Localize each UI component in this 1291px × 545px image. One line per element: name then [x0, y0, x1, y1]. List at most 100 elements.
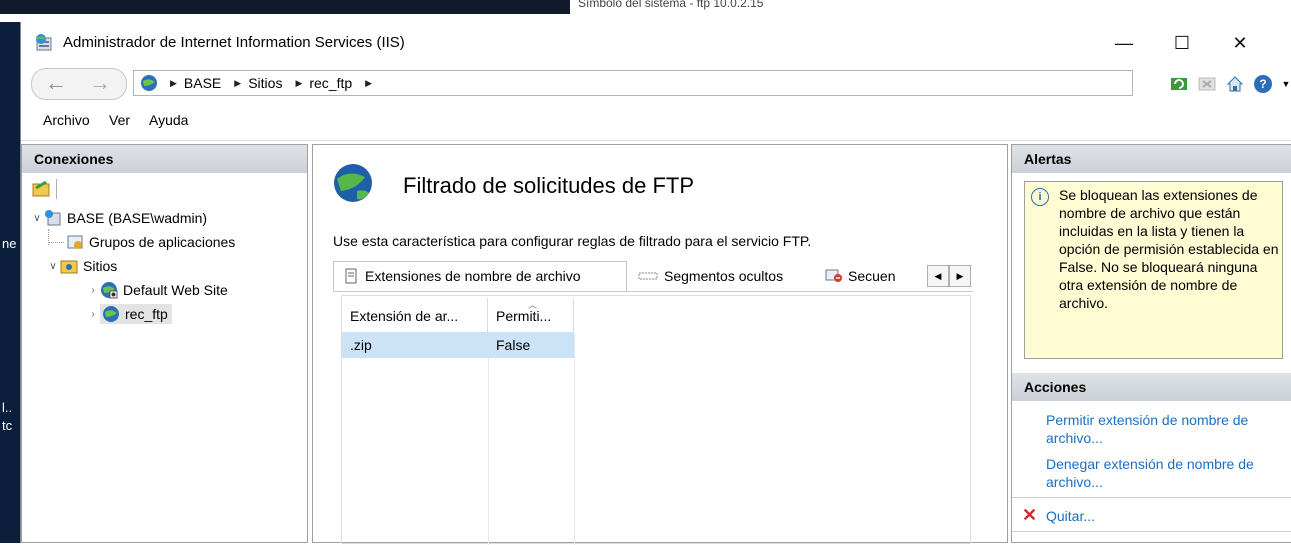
chevron-left-icon[interactable]: ◀: [927, 265, 949, 287]
sort-ascending-icon: ︿: [528, 300, 538, 310]
globe-icon: [102, 305, 120, 323]
actions-panel: Alertas i Se bloquean las extensiones de…: [1011, 144, 1291, 543]
folder-icon: [60, 257, 78, 275]
forward-arrow-icon[interactable]: →: [82, 71, 118, 95]
tree-node-sitios[interactable]: ∨ Sitios: [46, 255, 117, 277]
divider: [1012, 497, 1291, 498]
document-icon: [342, 267, 360, 285]
address-tools: ? ▼: [1169, 72, 1291, 96]
toolbar-divider: [56, 179, 57, 199]
remove-x-icon: ✕: [1022, 505, 1038, 525]
chevron-right-icon[interactable]: ›: [86, 309, 100, 320]
alerts-header: Alertas: [1012, 145, 1291, 173]
tree-node-label: Grupos de aplicaciones: [89, 234, 236, 250]
tab-file-extensions[interactable]: Extensiones de nombre de archivo: [333, 261, 627, 291]
server-icon: [44, 209, 62, 227]
menu-archivo[interactable]: Archivo: [43, 112, 90, 128]
breadcrumb-separator-icon: ▶: [365, 77, 373, 88]
maximize-button[interactable]: ☐: [1159, 22, 1205, 64]
deny-sequence-icon: [825, 267, 843, 285]
tree-node-label: Sitios: [83, 258, 118, 274]
connections-header: Conexiones: [22, 145, 307, 173]
tab-label: Extensiones de nombre de archivo: [365, 268, 581, 284]
column-divider: [488, 334, 489, 545]
background-window-edge: [0, 0, 570, 14]
iis-manager-window: Administrador de Internet Information Se…: [20, 22, 1291, 545]
background-left-strip: ne l.. tc: [0, 22, 20, 543]
help-icon[interactable]: ?: [1253, 74, 1273, 94]
selected-node: rec_ftp: [100, 304, 172, 324]
globe-icon: [140, 74, 158, 92]
back-arrow-icon[interactable]: ←: [38, 71, 74, 95]
stop-icon[interactable]: [1197, 74, 1217, 94]
tab-strip: Extensiones de nombre de archivo Segment…: [333, 261, 973, 292]
breadcrumb-separator-icon: ▶: [295, 77, 303, 88]
feature-description: Use esta característica para configurar …: [333, 233, 812, 249]
deny-extension-link[interactable]: Denegar extensión de nombre de archivo..…: [1046, 455, 1278, 491]
tab-scroll-buttons: ◀ ▶: [927, 265, 971, 287]
breadcrumb-item[interactable]: BASE: [184, 75, 221, 91]
background-cmd-title: Símbolo del sistema - ftp 10.0.2.15: [578, 0, 764, 10]
iis-app-icon: [35, 34, 55, 52]
tab-hidden-segments[interactable]: Segmentos ocultos: [629, 261, 815, 291]
tab-sequences[interactable]: Secuen: [817, 261, 927, 291]
table-cell-allowed[interactable]: False: [488, 332, 574, 358]
tree-node-label: rec_ftp: [125, 306, 168, 322]
minimize-button[interactable]: —: [1101, 22, 1147, 64]
tree-node-base[interactable]: ∨ BASE (BASE\wadmin): [30, 207, 207, 229]
divider: [1012, 531, 1291, 532]
svg-text:?: ?: [1259, 77, 1266, 91]
window-title: Administrador de Internet Information Se…: [63, 34, 405, 51]
column-divider: [574, 334, 575, 545]
hidden-segments-icon: [637, 267, 659, 285]
menu-ayuda[interactable]: Ayuda: [149, 112, 188, 128]
breadcrumb[interactable]: ▶ BASE ▶ Sitios ▶ rec_ftp ▶: [133, 70, 1133, 96]
address-bar: ← → ▶ BASE ▶ Sitios ▶ rec_ftp ▶ ? ▼: [21, 64, 1291, 102]
tab-label: Secuen: [848, 268, 896, 284]
tree-node-label: BASE (BASE\wadmin): [67, 210, 208, 226]
breadcrumb-item[interactable]: Sitios: [248, 75, 282, 91]
chevron-right-icon[interactable]: ›: [86, 285, 100, 296]
remove-link[interactable]: Quitar...: [1046, 507, 1278, 525]
allow-extension-link[interactable]: Permitir extensión de nombre de archivo.…: [1046, 411, 1278, 447]
nav-buttons: ← →: [31, 68, 127, 100]
tree-node-app-pools[interactable]: Grupos de aplicaciones: [66, 231, 235, 253]
home-icon[interactable]: [1225, 74, 1245, 94]
tree-line: [48, 242, 64, 244]
breadcrumb-separator-icon: ▶: [170, 77, 177, 88]
connections-panel: Conexiones ∨ BASE (BASE\wadmin) Grupos d…: [21, 144, 308, 543]
connections-toolbar: [22, 173, 307, 203]
info-icon: i: [1031, 188, 1049, 206]
chevron-down-icon[interactable]: ∨: [46, 261, 60, 272]
chevron-right-icon[interactable]: ▶: [949, 265, 971, 287]
actions-header: Acciones: [1012, 373, 1291, 401]
table-cell-extension[interactable]: .zip: [342, 332, 488, 358]
page-title: Filtrado de solicitudes de FTP: [403, 173, 695, 198]
menu-ver[interactable]: Ver: [109, 112, 130, 128]
breadcrumb-separator-icon: ▶: [234, 77, 242, 88]
tab-label: Segmentos ocultos: [664, 268, 784, 284]
refresh-icon[interactable]: [1169, 74, 1189, 94]
column-header-allowed[interactable]: Permiti... ︿: [488, 298, 574, 334]
column-header-label: Permiti...: [496, 308, 552, 324]
alert-box: i Se bloquean las extensiones de nombre …: [1024, 181, 1283, 359]
alert-text: Se bloquean las extensiones de nombre de…: [1059, 187, 1279, 311]
close-button[interactable]: ✕: [1217, 22, 1263, 64]
feature-panel: Filtrado de solicitudes de FTP Use esta …: [312, 144, 1008, 545]
column-header-extension[interactable]: Extensión de ar...: [342, 298, 488, 334]
background-text-fragment: ne: [2, 236, 17, 251]
tree-node-default-web-site[interactable]: › Default Web Site: [86, 279, 228, 301]
breadcrumb-item[interactable]: rec_ftp: [309, 75, 352, 91]
menu-bar: Archivo Ver Ayuda: [21, 102, 1291, 141]
background-text-fragment: tc: [2, 418, 13, 433]
connect-icon[interactable]: [32, 179, 52, 200]
chevron-down-icon[interactable]: ∨: [30, 213, 44, 224]
app-pool-icon: [66, 233, 84, 251]
web-site-icon: [100, 281, 118, 299]
background-text-fragment: l..: [2, 400, 13, 415]
tree-node-label: Default Web Site: [123, 282, 228, 298]
chevron-down-icon[interactable]: ▼: [1281, 74, 1291, 94]
tree-node-rec-ftp[interactable]: › rec_ftp: [86, 303, 172, 325]
title-bar: Administrador de Internet Information Se…: [21, 22, 1291, 64]
extensions-table: Extensión de ar... Permiti... ︿ .zip Fal…: [341, 295, 971, 545]
